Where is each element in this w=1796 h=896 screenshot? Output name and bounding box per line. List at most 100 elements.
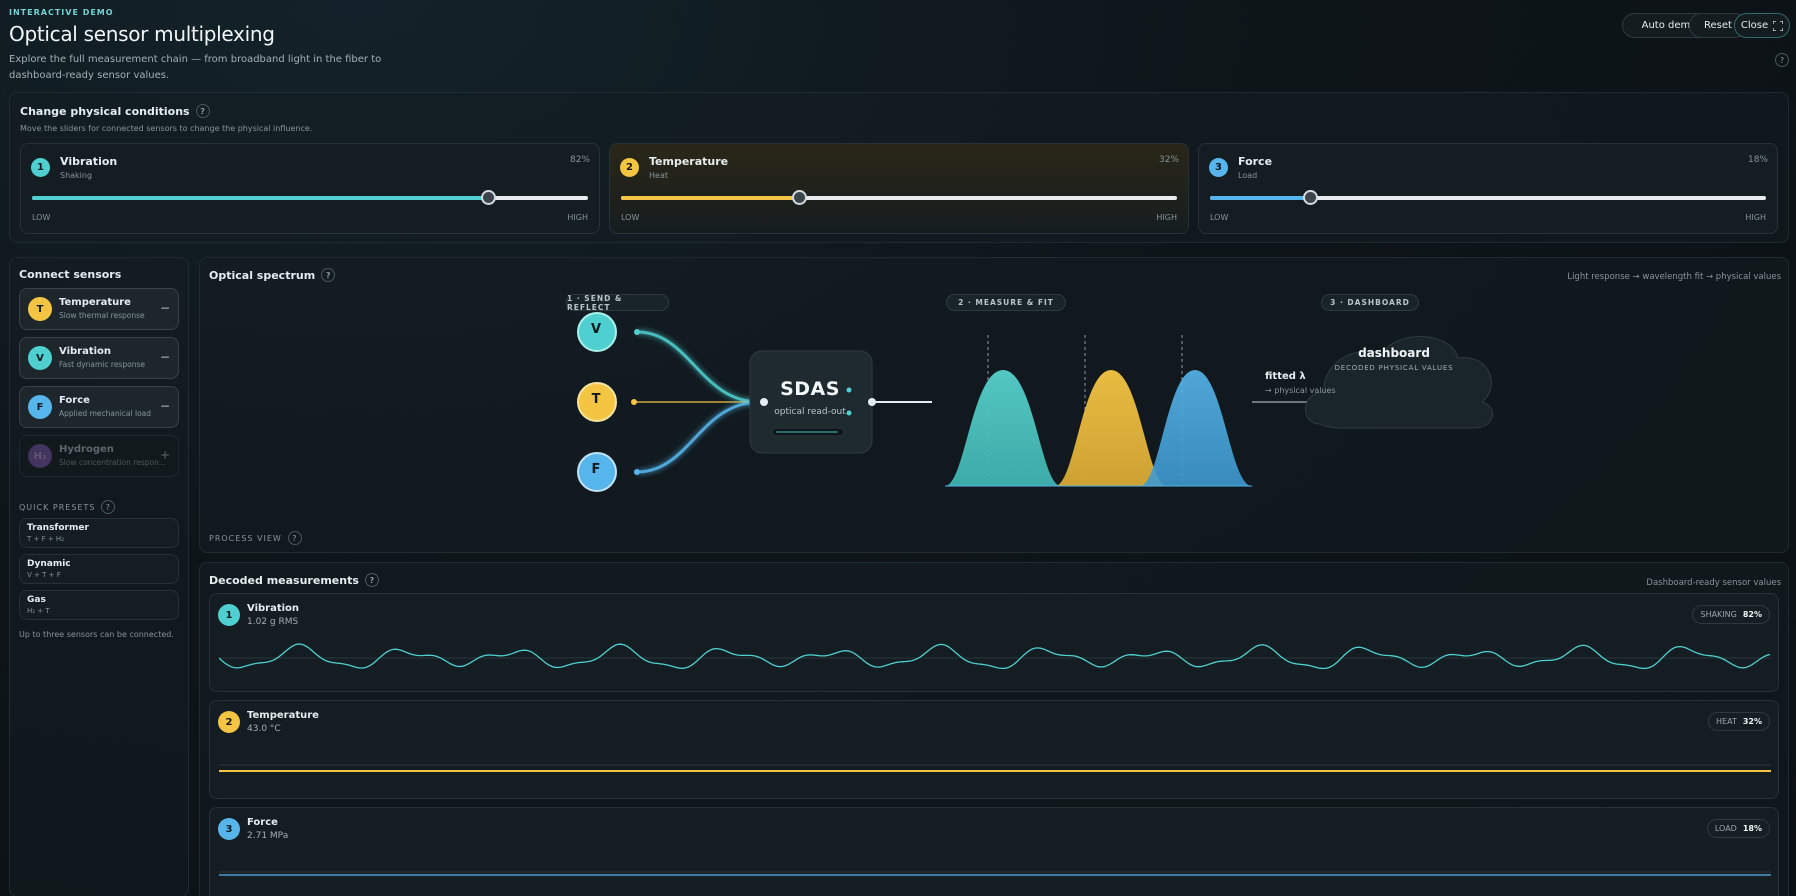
slider-card-percent: 32% — [1158, 155, 1179, 165]
spectrum-heading: Optical spectrum ? — [209, 268, 336, 282]
fit-label: fitted λ — [1265, 371, 1306, 382]
preset-sub: T + F + H₂ — [27, 535, 65, 543]
page-title: Optical sensor multiplexing — [9, 22, 275, 46]
presets-help-icon[interactable]: ? — [101, 500, 116, 514]
slider-high-label: HIGH — [567, 213, 588, 222]
slider-thumb[interactable] — [1303, 190, 1319, 205]
sensor-name: Force — [59, 395, 90, 406]
preset-name: Transformer — [27, 523, 89, 533]
measurement-waveform-vibration — [219, 643, 1771, 670]
measurement-number: 3 — [218, 818, 240, 840]
slider-card-sub: Shaking — [60, 171, 93, 180]
spectrum-title: Optical spectrum — [209, 268, 316, 282]
remove-sensor-button[interactable]: − — [160, 399, 170, 413]
slider-card-force — [1198, 143, 1778, 234]
remove-sensor-button[interactable]: − — [160, 301, 170, 315]
slider-card-percent: 82% — [569, 155, 590, 165]
measurement-waveform-force — [219, 871, 1771, 876]
conditions-title: Change physical conditions — [20, 104, 190, 118]
process-view-help-icon[interactable]: ? — [287, 531, 302, 545]
measurement-value: 43.0 °C — [247, 724, 281, 734]
measurement-number: 2 — [218, 711, 240, 733]
cloud-subtitle: DECODED PHYSICAL VALUES — [1334, 364, 1454, 372]
measurement-name: Force — [247, 817, 278, 828]
sdas-output-port — [868, 398, 876, 406]
slider-card-number: 1 — [31, 158, 50, 177]
sensor-sub: Slow concentration respon... — [59, 458, 166, 467]
badge-label: LOAD — [1714, 824, 1737, 833]
measurement-status-badge: SHAKING 82% — [1692, 605, 1770, 624]
slider-card-name: Temperature — [649, 155, 729, 168]
sdas-progress-fill — [776, 431, 838, 433]
preset-sub: V + T + F — [27, 571, 61, 579]
cloud-title: dashboard — [1358, 346, 1430, 360]
sensor-name: Temperature — [59, 297, 131, 308]
spectrum-help-icon[interactable]: ? — [321, 268, 336, 282]
slider-fill — [621, 196, 799, 200]
slider-thumb[interactable] — [480, 190, 496, 205]
measurement-value: 1.02 g RMS — [247, 617, 299, 627]
badge-percent: 82% — [1742, 610, 1762, 619]
close-button[interactable]: Close — [1734, 13, 1790, 38]
slider-card-number: 3 — [1209, 158, 1228, 177]
decoded-help-icon[interactable]: ? — [364, 573, 379, 587]
slider-track-force[interactable] — [1210, 190, 1766, 205]
add-sensor-button[interactable]: + — [160, 448, 170, 462]
node-f-label: F — [591, 462, 601, 477]
phase-dashboard: 3 · DASHBOARD — [1321, 294, 1419, 311]
sdas-subtitle: optical read-out — [774, 407, 846, 417]
sdas-box — [749, 350, 873, 454]
remove-sensor-button[interactable]: − — [160, 350, 170, 364]
slider-card-percent: 18% — [1747, 155, 1768, 165]
fullscreen-exit-icon — [1773, 20, 1784, 31]
preset-sub: H₂ + T — [27, 607, 50, 615]
eyebrow-label: INTERACTIVE DEMO — [9, 8, 114, 17]
measurement-value: 2.71 MPa — [247, 831, 289, 841]
node-v-label: V — [590, 322, 602, 337]
sensor-avatar: F — [28, 395, 52, 419]
fiber-line-f — [636, 400, 761, 474]
conditions-subtitle: Move the sliders for connected sensors t… — [20, 124, 313, 133]
slider-fill — [1210, 196, 1311, 200]
measurement-number: 1 — [218, 604, 240, 626]
spectrum-flow-note: Light response → wavelength fit → physic… — [1567, 272, 1781, 282]
fiber-dot-f — [634, 469, 640, 475]
preset-name: Dynamic — [27, 559, 71, 569]
sensor-name: Hydrogen — [59, 444, 114, 455]
process-view-label: PROCESS VIEW ? — [209, 531, 302, 545]
slider-high-label: HIGH — [1156, 213, 1177, 222]
badge-label: SHAKING — [1700, 610, 1737, 619]
sensor-avatar: H₂ — [28, 444, 52, 468]
peak-temperature — [1055, 370, 1167, 486]
slider-fill — [32, 196, 488, 200]
slider-thumb[interactable] — [791, 190, 807, 205]
node-t-label: T — [591, 392, 601, 407]
sdas-title: SDAS — [780, 378, 840, 400]
slider-low-label: LOW — [1210, 213, 1229, 222]
fiber-dot-t — [631, 399, 637, 405]
phase-measure-fit: 2 · MEASURE & FIT — [946, 294, 1066, 311]
slider-track-vibration[interactable] — [32, 190, 588, 205]
peak-vibration — [945, 370, 1061, 486]
slider-track-temperature[interactable] — [621, 190, 1177, 205]
measurement-name: Vibration — [247, 603, 300, 614]
quick-presets-title: QUICK PRESETS — [19, 502, 96, 512]
measurement-status-badge: HEAT 32% — [1708, 712, 1770, 731]
close-label: Close — [1740, 20, 1769, 31]
page-help-icon[interactable]: ? — [1775, 53, 1789, 67]
slider-card-number: 2 — [620, 158, 639, 177]
process-view-text: PROCESS VIEW — [209, 533, 282, 543]
measurement-waveform-temperature — [219, 764, 1771, 772]
slider-card-name: Force — [1238, 155, 1273, 168]
slider-low-label: LOW — [32, 213, 51, 222]
slider-high-label: HIGH — [1745, 213, 1766, 222]
badge-percent: 32% — [1742, 717, 1762, 726]
sensor-name: Vibration — [59, 346, 112, 357]
decoded-note: Dashboard-ready sensor values — [1646, 578, 1781, 588]
quick-presets-heading: QUICK PRESETS ? — [19, 500, 116, 514]
conditions-help-icon[interactable]: ? — [195, 104, 210, 118]
fiber-dot-v — [634, 329, 640, 335]
preset-name: Gas — [27, 595, 46, 605]
slider-card-sub: Heat — [649, 171, 668, 180]
fit-sublabel: → physical values — [1265, 386, 1336, 395]
